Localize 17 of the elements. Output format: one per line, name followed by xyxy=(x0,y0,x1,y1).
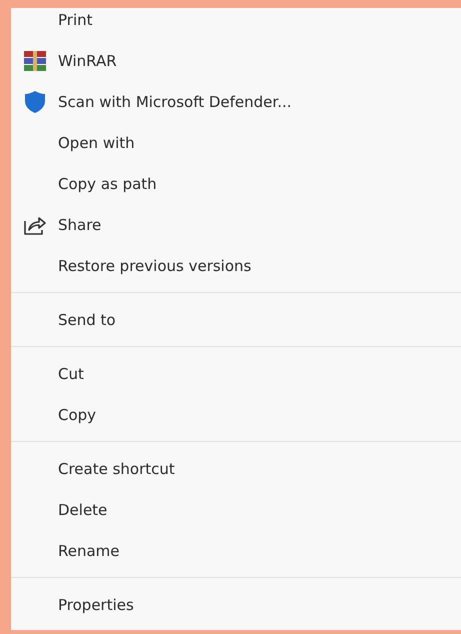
menu-item[interactable]: Create shortcut xyxy=(11,448,461,489)
menu-item[interactable]: Copy xyxy=(11,394,461,435)
menu-item[interactable]: Delete xyxy=(11,489,461,530)
menu-item[interactable]: Share xyxy=(11,204,461,245)
menu-item[interactable]: Copy as path xyxy=(11,163,461,204)
menu-item[interactable]: Cut xyxy=(11,353,461,394)
menu-item[interactable]: Rename xyxy=(11,530,461,571)
menu-item[interactable]: Open with xyxy=(11,122,461,163)
menu-item[interactable]: Send to xyxy=(11,299,461,340)
menu-item[interactable]: WinRAR xyxy=(11,40,461,81)
menu-item[interactable]: Scan with Microsoft Defender... xyxy=(11,81,461,122)
menu-item[interactable]: Restore previous versions xyxy=(11,245,461,286)
menu-item[interactable]: Print xyxy=(11,8,461,40)
shield-icon xyxy=(24,90,44,112)
share-icon xyxy=(24,214,46,234)
books-icon xyxy=(24,50,46,70)
menu-item[interactable]: Properties xyxy=(11,584,461,625)
